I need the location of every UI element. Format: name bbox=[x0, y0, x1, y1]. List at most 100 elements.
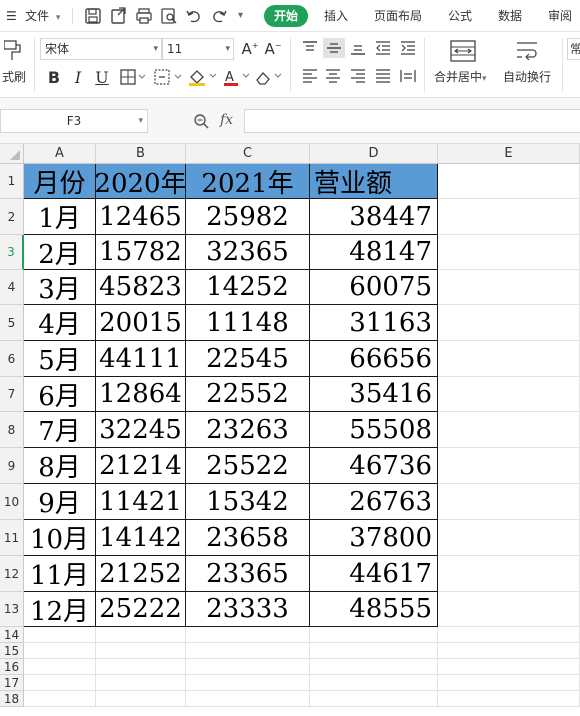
format-painter-label[interactable]: 式刷 bbox=[2, 68, 26, 85]
italic-button[interactable]: I bbox=[68, 66, 88, 88]
cell-c2[interactable]: 25982 bbox=[186, 199, 310, 235]
number-format-select[interactable]: 常 bbox=[567, 38, 580, 60]
increase-font-icon[interactable]: A+ bbox=[240, 38, 260, 60]
row-header-12[interactable]: 12 bbox=[0, 556, 24, 592]
clear-format-icon[interactable] bbox=[254, 66, 284, 88]
cell-e15[interactable] bbox=[438, 643, 580, 659]
merge-center-icon[interactable] bbox=[448, 38, 478, 64]
row-header-9[interactable]: 9 bbox=[0, 448, 24, 484]
cell-c11[interactable]: 23658 bbox=[186, 520, 310, 556]
cell-a16[interactable] bbox=[24, 659, 96, 675]
cell-b13[interactable]: 25222 bbox=[96, 592, 186, 627]
cell-e1[interactable] bbox=[438, 164, 580, 199]
cell-c18[interactable] bbox=[186, 691, 310, 707]
justify-icon[interactable] bbox=[373, 66, 393, 86]
name-box[interactable]: F3 ▾ bbox=[0, 109, 148, 133]
cell-c8[interactable]: 23263 bbox=[186, 412, 310, 448]
print-icon[interactable] bbox=[135, 7, 153, 25]
cell-d17[interactable] bbox=[310, 675, 438, 691]
column-header-e[interactable]: E bbox=[438, 144, 580, 164]
cell-c10[interactable]: 15342 bbox=[186, 484, 310, 520]
cell-b12[interactable]: 21252 bbox=[96, 556, 186, 592]
cell-b8[interactable]: 32245 bbox=[96, 412, 186, 448]
cell-e16[interactable] bbox=[438, 659, 580, 675]
cell-c12[interactable]: 23365 bbox=[186, 556, 310, 592]
cell-d1[interactable]: 营业额 bbox=[310, 164, 438, 199]
cell-e10[interactable] bbox=[438, 484, 580, 520]
redo-icon[interactable] bbox=[210, 7, 228, 25]
cell-b14[interactable] bbox=[96, 627, 186, 643]
cell-a10[interactable]: 9月 bbox=[24, 484, 96, 520]
align-right-icon[interactable] bbox=[348, 66, 368, 86]
row-header-5[interactable]: 5 bbox=[0, 305, 24, 341]
zoom-icon[interactable] bbox=[192, 112, 210, 130]
font-size-select[interactable]: 11 ▾ bbox=[162, 38, 234, 60]
cell-c13[interactable]: 23333 bbox=[186, 592, 310, 627]
row-header-6[interactable]: 6 bbox=[0, 341, 24, 377]
cell-d15[interactable] bbox=[310, 643, 438, 659]
cell-a17[interactable] bbox=[24, 675, 96, 691]
hamburger-icon[interactable]: ☰ bbox=[6, 0, 17, 32]
cell-e17[interactable] bbox=[438, 675, 580, 691]
cell-e8[interactable] bbox=[438, 412, 580, 448]
cell-e6[interactable] bbox=[438, 341, 580, 377]
cell-e7[interactable] bbox=[438, 377, 580, 412]
align-middle-icon[interactable] bbox=[323, 38, 345, 58]
cell-a4[interactable]: 3月 bbox=[24, 270, 96, 305]
underline-button[interactable]: U bbox=[92, 66, 112, 88]
row-header-1[interactable]: 1 bbox=[0, 164, 24, 199]
tab-data[interactable]: 数据 bbox=[498, 0, 522, 32]
cell-a12[interactable]: 11月 bbox=[24, 556, 96, 592]
row-header-7[interactable]: 7 bbox=[0, 377, 24, 412]
font-name-select[interactable]: 宋体 ▾ bbox=[40, 38, 162, 60]
font-color-icon[interactable]: A bbox=[222, 66, 252, 88]
cell-a1[interactable]: 月份 bbox=[24, 164, 96, 199]
column-header-d[interactable]: D bbox=[310, 144, 438, 164]
cell-b2[interactable]: 12465 bbox=[96, 199, 186, 235]
cell-b17[interactable] bbox=[96, 675, 186, 691]
row-header-15[interactable]: 15 bbox=[0, 643, 24, 659]
cell-e2[interactable] bbox=[438, 199, 580, 235]
cell-a3[interactable]: 2月 bbox=[24, 235, 96, 270]
cell-c5[interactable]: 11148 bbox=[186, 305, 310, 341]
cell-b3[interactable]: 15782 bbox=[96, 235, 186, 270]
cell-d7[interactable]: 35416 bbox=[310, 377, 438, 412]
row-header-17[interactable]: 17 bbox=[0, 675, 24, 691]
cell-c1[interactable]: 2021年 bbox=[186, 164, 310, 199]
cell-b9[interactable]: 21214 bbox=[96, 448, 186, 484]
print-preview-icon[interactable] bbox=[160, 7, 178, 25]
cell-d14[interactable] bbox=[310, 627, 438, 643]
row-header-11[interactable]: 11 bbox=[0, 520, 24, 556]
row-header-14[interactable]: 14 bbox=[0, 627, 24, 643]
fx-icon[interactable]: fx bbox=[220, 112, 233, 128]
distributed-align-icon[interactable] bbox=[398, 66, 418, 86]
row-header-2[interactable]: 2 bbox=[0, 199, 24, 235]
decrease-indent-icon[interactable] bbox=[373, 38, 393, 58]
cell-c7[interactable]: 22552 bbox=[186, 377, 310, 412]
cell-c15[interactable] bbox=[186, 643, 310, 659]
wrap-text-button[interactable]: 自动换行 bbox=[503, 68, 551, 85]
column-header-c[interactable]: C bbox=[186, 144, 310, 164]
cell-d16[interactable] bbox=[310, 659, 438, 675]
cell-b4[interactable]: 45823 bbox=[96, 270, 186, 305]
bold-button[interactable]: B bbox=[44, 66, 64, 88]
align-top-icon[interactable] bbox=[300, 38, 320, 58]
row-header-13[interactable]: 13 bbox=[0, 592, 24, 627]
tab-home[interactable]: 开始 bbox=[264, 5, 309, 27]
row-header-8[interactable]: 8 bbox=[0, 412, 24, 448]
cell-d8[interactable]: 55508 bbox=[310, 412, 438, 448]
export-icon[interactable] bbox=[110, 7, 128, 25]
cell-a9[interactable]: 8月 bbox=[24, 448, 96, 484]
cell-b10[interactable]: 11421 bbox=[96, 484, 186, 520]
decrease-font-icon[interactable]: A− bbox=[263, 38, 283, 60]
cell-e11[interactable] bbox=[438, 520, 580, 556]
cell-e12[interactable] bbox=[438, 556, 580, 592]
row-header-18[interactable]: 18 bbox=[0, 691, 24, 707]
cell-a2[interactable]: 1月 bbox=[24, 199, 96, 235]
more-icon[interactable]: ▾ bbox=[238, 0, 243, 32]
cell-a15[interactable] bbox=[24, 643, 96, 659]
cell-c4[interactable]: 14252 bbox=[186, 270, 310, 305]
cell-b15[interactable] bbox=[96, 643, 186, 659]
save-icon[interactable] bbox=[84, 7, 102, 25]
cell-d11[interactable]: 37800 bbox=[310, 520, 438, 556]
